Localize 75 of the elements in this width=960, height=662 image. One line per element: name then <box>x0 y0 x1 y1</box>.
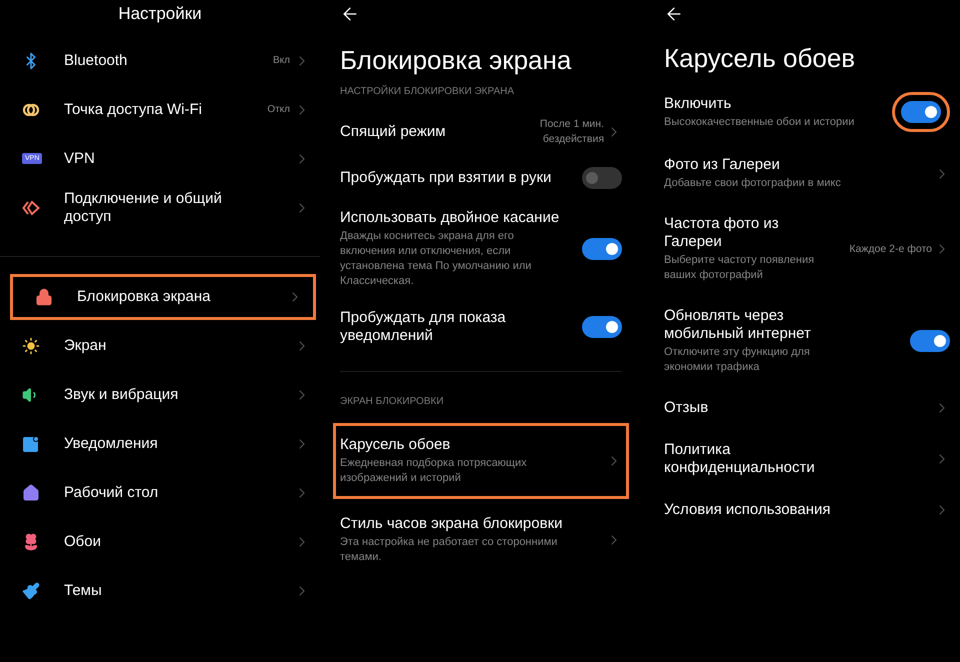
settings-item[interactable]: Точка доступа Wi-Fi Откл <box>0 85 320 134</box>
flower-icon <box>22 532 40 550</box>
settings-item[interactable]: Bluetooth Вкл <box>0 36 320 85</box>
item-label: Включить <box>664 94 732 112</box>
item-label: Темы <box>64 582 103 600</box>
item-subtitle: Добавьте свои фотографии в микс <box>664 176 842 191</box>
item-label: VPN <box>64 150 96 168</box>
settings-row[interactable]: Частота фото из Галереи Выберите частоту появления ваших фотографий Каждое 2-е фото <box>664 205 950 293</box>
settings-item[interactable]: Блокировка экрана <box>10 274 316 320</box>
brush-icon <box>22 582 40 600</box>
settings-row[interactable]: Пробуждать для показа уведомлений <box>340 299 622 355</box>
settings-item[interactable]: Подключение и общий доступ <box>0 183 320 232</box>
item-label: Пробуждать для показа уведомлений <box>340 309 507 345</box>
item-value: Откл <box>267 103 290 117</box>
settings-item[interactable]: Уведомления <box>0 419 320 468</box>
toggle-switch[interactable] <box>901 101 941 123</box>
settings-row[interactable]: Включить Высококачественные обои и истории <box>664 82 950 142</box>
screen-title: Настройки <box>117 3 203 25</box>
toggle-switch[interactable] <box>582 316 622 338</box>
item-label: Стиль часов экрана блокировки <box>340 515 564 533</box>
item-subtitle: Ежедневная подборка потрясающих изображений и историй <box>340 456 528 486</box>
item-label: Обновлять через мобильный интернет <box>664 307 812 343</box>
sun-icon <box>22 336 40 354</box>
item-subtitle: Высококачественные обои и истории <box>664 114 856 130</box>
item-label: Карусель обоев <box>340 436 452 454</box>
item-label: Спящий режим <box>340 123 447 141</box>
settings-row[interactable]: Карусель обоев Ежедневная подборка потрясающих изображений и историй <box>333 423 629 499</box>
settings-row[interactable]: Условия использования <box>664 491 950 529</box>
item-label: Условия использования <box>664 501 832 519</box>
settings-item[interactable]: Темы <box>0 566 320 615</box>
item-label: Bluetooth <box>64 52 128 70</box>
toggle-switch[interactable] <box>582 167 622 189</box>
item-label: Подключение и общий доступ <box>64 190 223 226</box>
screen-title: Блокировка экрана <box>340 44 572 76</box>
item-label: Пробуждать при взятии в руки <box>340 169 552 187</box>
section-header: НАСТРОЙКИ БЛОКИРОВКИ ЭКРАНА <box>340 84 516 99</box>
section-header: ЭКРАН БЛОКИРОВКИ <box>340 395 445 409</box>
item-label: Точка доступа Wi-Fi <box>64 100 203 118</box>
settings-row[interactable]: Спящий режим После 1 мин. бездействия <box>340 107 622 157</box>
item-label: Частота фото из Галереи <box>664 215 780 251</box>
settings-row[interactable]: Фото из Галереи Добавьте свои фотографии в микс <box>664 146 950 201</box>
item-value: После 1 мин. бездействия <box>538 117 604 147</box>
screen-title: Карусель обоев <box>664 42 856 74</box>
item-label: Использовать двойное касание <box>340 209 560 227</box>
home-icon <box>22 484 40 502</box>
item-value: Вкл <box>273 54 290 68</box>
settings-row[interactable]: Стиль часов экрана блокировки Эта настройка не работает со сторонними темами. <box>340 505 622 575</box>
settings-row[interactable]: Обновлять через мобильный интернет Отключите эту функцию для экономии трафика <box>664 297 950 385</box>
item-subtitle: Эта настройка не работает со сторонними темами. <box>340 535 558 565</box>
settings-row[interactable]: Политика конфиденциальности <box>664 431 950 487</box>
settings-item[interactable]: Рабочий стол <box>0 468 320 517</box>
settings-row[interactable]: Отзыв <box>664 389 950 427</box>
settings-item[interactable]: Звук и вибрация <box>0 370 320 419</box>
item-label: Рабочий стол <box>64 484 160 502</box>
item-label: Экран <box>64 336 108 354</box>
item-label: Обои <box>64 532 102 550</box>
item-label: Уведомления <box>64 434 159 452</box>
item-label: Звук и вибрация <box>64 386 180 404</box>
settings-row[interactable]: Использовать двойное касание Дважды коснитесь экрана для его включения или отключения, если установлена тема По умолчанию или Классическая. <box>340 199 622 299</box>
settings-item[interactable]: Обои <box>0 517 320 566</box>
item-label: Фото из Галереи <box>664 156 781 174</box>
item-subtitle: Дважды коснитесь экрана для его включения или отключения, если установлена тема По умолчанию или Классическая. <box>340 229 532 289</box>
toggle-switch[interactable] <box>582 238 622 260</box>
item-subtitle: Отключите эту функцию для экономии трафика <box>664 345 811 375</box>
item-label: Политика конфиденциальности <box>664 441 816 477</box>
item-subtitle: Выберите частоту появления ваших фотографий <box>664 253 816 283</box>
share-icon <box>22 198 40 216</box>
toggle-switch[interactable] <box>910 330 950 352</box>
settings-row[interactable]: Пробуждать при взятии в руки <box>340 157 622 199</box>
item-label: Блокировка экрана <box>77 288 212 306</box>
item-label: Отзыв <box>664 399 710 417</box>
notification-icon <box>22 434 40 452</box>
settings-item[interactable]: Экран <box>0 321 320 370</box>
lock-icon <box>35 288 53 306</box>
item-value: Каждое 2-е фото <box>848 242 932 256</box>
